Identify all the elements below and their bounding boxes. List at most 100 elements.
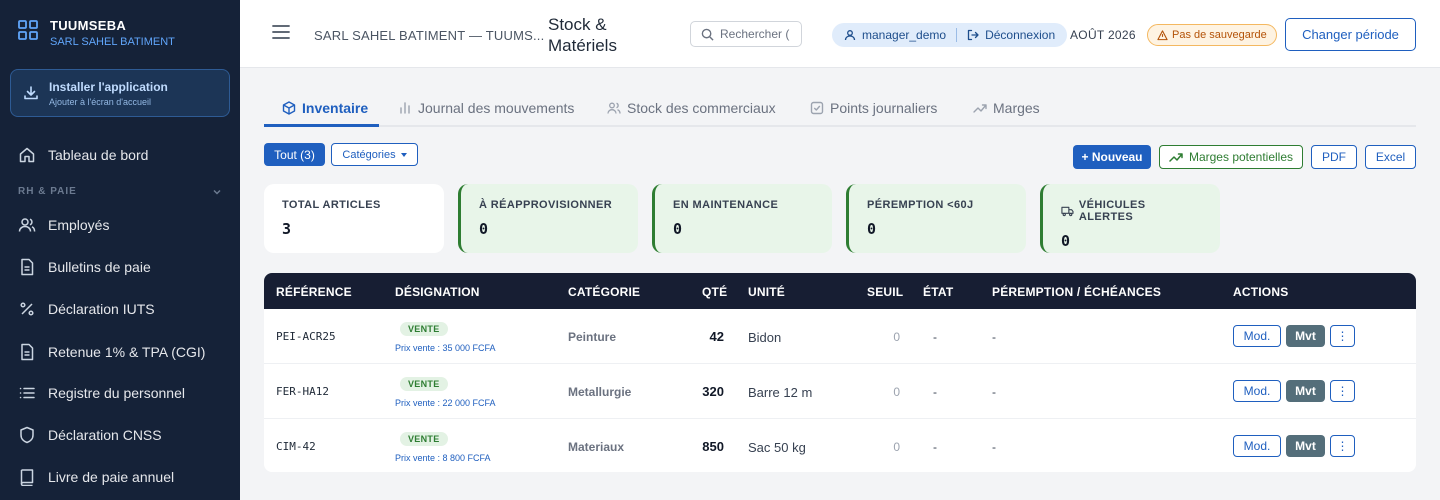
search-icon: [701, 28, 714, 41]
stat-label: PÉREMPTION <60J: [867, 199, 974, 211]
checkbox-icon: [810, 101, 824, 115]
tab-label: Points journaliers: [830, 100, 938, 116]
column-header-seuil[interactable]: SEUIL: [867, 285, 903, 299]
stat-value: 0: [673, 220, 683, 238]
menu-icon[interactable]: [272, 24, 290, 40]
tab-inventaire[interactable]: Inventaire: [282, 100, 368, 116]
cell-seuil: 0: [893, 385, 900, 399]
cell-reference: PEI-ACR25: [276, 330, 336, 343]
list-icon: [19, 387, 35, 399]
divider: [956, 28, 958, 42]
cell-unit: Bidon: [748, 330, 782, 345]
sidebar-item-registre[interactable]: Registre du personnel: [18, 381, 228, 405]
cell-unit: Sac 50 kg: [748, 440, 806, 455]
table-row[interactable]: CIM-42 VENTE Prix vente : 8 800 FCFA Mat…: [264, 419, 1416, 472]
table-row[interactable]: PEI-ACR25 VENTE Prix vente : 35 000 FCFA…: [264, 309, 1416, 364]
sidebar-item-livre-paie[interactable]: Livre de paie annuel: [18, 465, 228, 489]
users-icon: [607, 102, 621, 114]
sidebar-item-cnss[interactable]: Déclaration CNSS: [18, 423, 228, 447]
sidebar-item-iuts[interactable]: Déclaration IUTS: [18, 297, 228, 321]
sidebar-item-label: Livre de paie annuel: [48, 469, 175, 485]
stat-card-peremption: PÉREMPTION <60J 0: [846, 184, 1026, 253]
edit-button[interactable]: Mod.: [1233, 435, 1281, 457]
book-icon: [20, 469, 34, 486]
truck-icon: [1061, 206, 1074, 216]
column-header-reference[interactable]: RÉFÉRENCE: [276, 285, 352, 299]
tab-bar: Inventaire Journal des mouvements Stock …: [264, 90, 1416, 127]
export-excel-button[interactable]: Excel: [1365, 145, 1416, 169]
sidebar-item-label: Bulletins de paie: [48, 259, 151, 275]
column-header-peremption[interactable]: PÉREMPTION / ÉCHÉANCES: [992, 285, 1161, 299]
column-header-designation[interactable]: DÉSIGNATION: [395, 285, 480, 299]
inventory-table: RÉFÉRENCE DÉSIGNATION CATÉGORIE QTÉ UNIT…: [264, 273, 1416, 472]
sidebar-item-label: Retenue 1% & TPA (CGI): [48, 344, 206, 360]
logout-link[interactable]: Déconnexion: [985, 28, 1055, 42]
cell-etat: -: [933, 440, 937, 454]
search-input[interactable]: [720, 27, 798, 41]
movement-button[interactable]: Mvt: [1286, 325, 1325, 347]
sale-badge: VENTE: [400, 322, 448, 336]
filter-categories-dropdown[interactable]: Catégories: [331, 143, 418, 166]
bar-chart-icon: [400, 102, 410, 114]
sidebar-item-label: Registre du personnel: [48, 385, 185, 401]
trending-up-icon: [1169, 153, 1183, 162]
shield-icon: [20, 426, 34, 444]
column-header-actions: ACTIONS: [1233, 285, 1289, 299]
sidebar-item-retenue[interactable]: Retenue 1% & TPA (CGI): [18, 340, 228, 364]
cell-reference: CIM-42: [276, 440, 316, 453]
caret-down-icon: [400, 152, 407, 157]
movement-button[interactable]: Mvt: [1286, 380, 1325, 402]
tab-journal[interactable]: Journal des mouvements: [398, 100, 574, 116]
brand[interactable]: TUUMSEBA SARL SAHEL BATIMENT: [18, 18, 175, 48]
install-title: Installer l'application: [49, 79, 168, 94]
install-app-button[interactable]: Installer l'application Ajouter à l'écra…: [10, 69, 230, 117]
tab-points-journaliers[interactable]: Points journaliers: [810, 100, 937, 116]
tab-marges[interactable]: Marges: [973, 100, 1040, 116]
username[interactable]: manager_demo: [862, 28, 946, 42]
filter-all-chip[interactable]: Tout (3): [264, 143, 325, 166]
stat-card-reappro: À RÉAPPROVISIONNER 0: [458, 184, 638, 253]
document-icon: [21, 343, 34, 361]
sidebar-item-dashboard[interactable]: Tableau de bord: [18, 143, 228, 167]
column-header-etat[interactable]: ÉTAT: [923, 285, 953, 299]
new-item-button[interactable]: + Nouveau: [1073, 145, 1151, 169]
search-box[interactable]: [690, 21, 802, 47]
cell-etat: -: [933, 385, 937, 399]
sidebar-item-employes[interactable]: Employés: [18, 213, 228, 237]
more-options-button[interactable]: ⋮: [1330, 380, 1355, 402]
movement-button[interactable]: Mvt: [1286, 435, 1325, 457]
logout-icon: [967, 29, 979, 41]
cell-seuil: 0: [893, 440, 900, 454]
change-period-button[interactable]: Changer période: [1285, 18, 1416, 51]
sidebar: TUUMSEBA SARL SAHEL BATIMENT Installer l…: [0, 0, 240, 500]
sidebar-item-label: Tableau de bord: [48, 147, 149, 163]
potential-margins-button[interactable]: Marges potentielles: [1159, 145, 1303, 169]
stat-label: TOTAL ARTICLES: [282, 199, 381, 211]
cell-peremption: -: [992, 385, 996, 399]
column-header-qte[interactable]: QTÉ: [702, 285, 727, 299]
company-breadcrumb[interactable]: SARL SAHEL BATIMENT — TUUMS...: [314, 28, 544, 43]
current-period: AOÛT 2026: [1070, 28, 1136, 42]
edit-button[interactable]: Mod.: [1233, 325, 1281, 347]
tab-stock-commerciaux[interactable]: Stock des commerciaux: [607, 100, 776, 116]
column-header-categorie[interactable]: CATÉGORIE: [568, 285, 640, 299]
cell-category: Materiaux: [568, 440, 625, 454]
install-subtitle: Ajouter à l'écran d'accueil: [49, 96, 151, 107]
column-header-unite[interactable]: UNITÉ: [748, 285, 785, 299]
sidebar-item-bulletins[interactable]: Bulletins de paie: [18, 255, 228, 279]
stat-card-total: TOTAL ARTICLES 3: [264, 184, 444, 253]
sidebar-item-label: Employés: [48, 217, 110, 233]
stat-card-vehicules: VÉHICULES ALERTES 0: [1040, 184, 1220, 253]
sidebar-section-rh-paie[interactable]: RH & PAIE: [18, 186, 222, 197]
export-pdf-button[interactable]: PDF: [1311, 145, 1357, 169]
tab-label: Marges: [993, 100, 1040, 116]
more-options-button[interactable]: ⋮: [1330, 435, 1355, 457]
cell-qty: 320: [702, 384, 724, 399]
page-title: Stock & Matériels: [548, 15, 617, 55]
table-row[interactable]: FER-HA12 VENTE Prix vente : 22 000 FCFA …: [264, 364, 1416, 419]
no-save-badge: Pas de sauvegarde: [1147, 24, 1277, 46]
edit-button[interactable]: Mod.: [1233, 380, 1281, 402]
brand-subtitle: SARL SAHEL BATIMENT: [50, 36, 175, 48]
more-options-button[interactable]: ⋮: [1330, 325, 1355, 347]
percent-icon: [20, 302, 34, 316]
